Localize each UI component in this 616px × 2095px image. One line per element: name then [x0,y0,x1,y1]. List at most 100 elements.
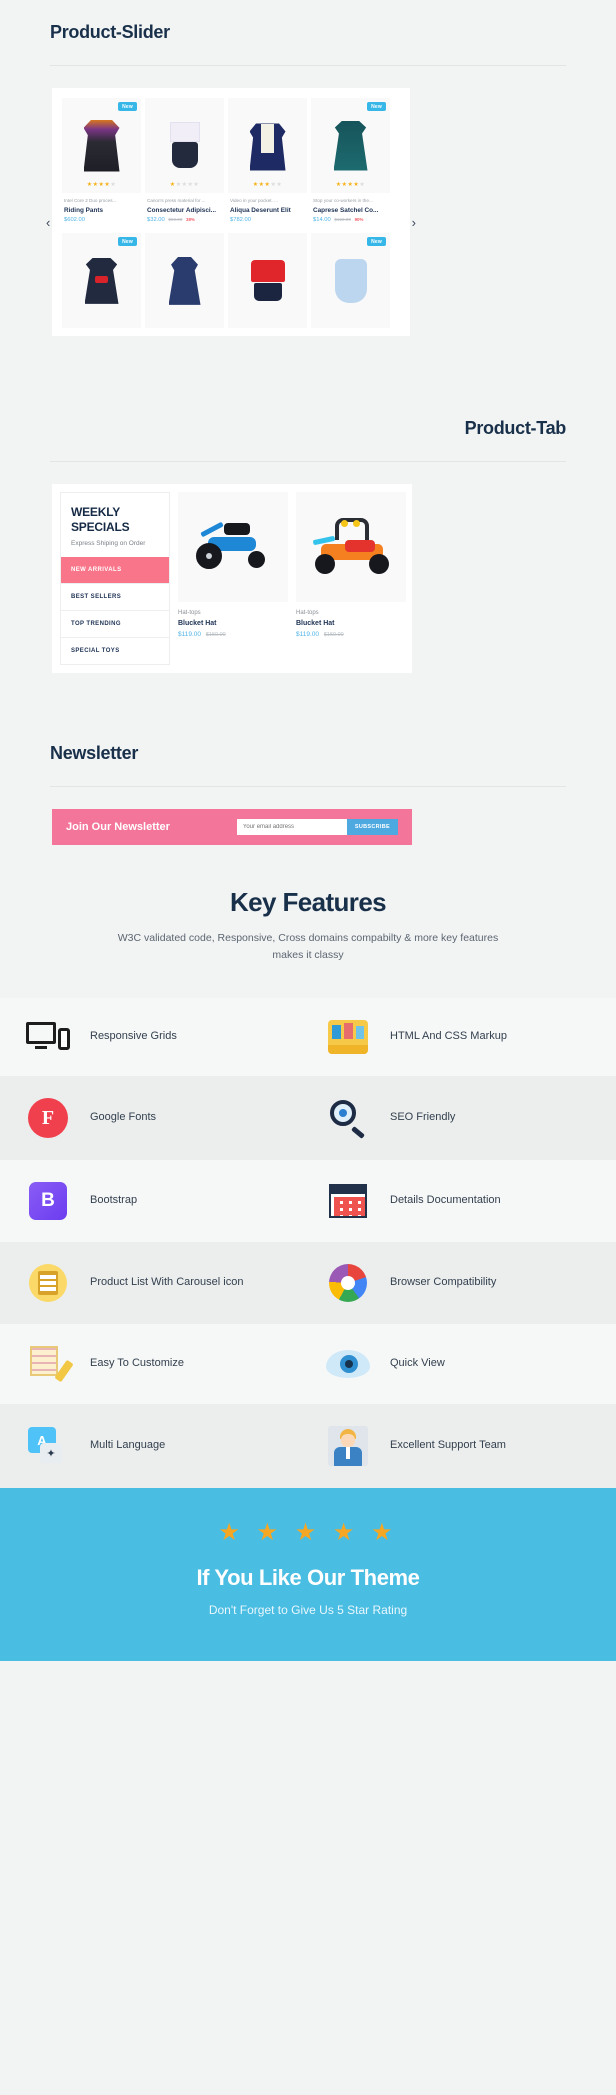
chevron-left-icon[interactable]: ‹ [46,216,50,229]
feature-label: Quick View [390,1357,445,1370]
feature-item-easy-to-customize: Easy To Customize [0,1324,316,1404]
product-card[interactable]: New [309,231,392,330]
product-thumbnail[interactable]: ★★★★★ [145,98,224,193]
newsletter-bar-title: Join Our Newsletter [66,821,170,834]
new-badge: New [367,237,386,247]
feature-item-details-documentation: Details Documentation [316,1160,616,1242]
product-thumbnail[interactable] [178,492,288,603]
browser-compatibility-icon [322,1264,374,1303]
product-category: Intel Core 2 Duo proces... [64,198,117,203]
tab-best-sellers[interactable]: BEST SELLERS [61,583,169,610]
excellent-support-team-icon [322,1426,374,1467]
product-category: Hat-tops [178,610,201,617]
rating-banner: ★ ★ ★ ★ ★ If You Like Our Theme Don't Fo… [0,1488,616,1662]
product-price: $119.00 $150.00 [178,631,288,638]
product-thumbnail[interactable]: ★★★★★ [228,98,307,193]
product-thumbnail[interactable] [296,492,406,603]
product-card[interactable] [143,231,226,330]
newsletter-section: Newsletter Join Our Newsletter SUBSCRIBE [0,721,616,846]
divider [50,65,566,66]
product-category: Stop your co-workers in the... [313,198,373,203]
product-slider-carousel[interactable]: ‹ › New ★★★★★ Intel Core 2 Duo proces...… [46,88,416,337]
multi-language-icon: A ✦ [22,1427,74,1465]
product-price: $782.00 [230,217,305,223]
feature-label: Multi Language [90,1439,166,1452]
feature-item-excellent-support-team: Excellent Support Team [316,1404,616,1488]
feature-label: SEO Friendly [390,1111,456,1124]
tab-product-card[interactable]: Hat-tops Blucket Hat $119.00 $150.00 [178,492,288,665]
product-image [334,258,367,303]
product-thumbnail[interactable]: New ★★★★★ [62,98,141,193]
feature-label: Product List With Carousel icon [90,1276,244,1289]
feature-item-google-fonts: F Google Fonts [0,1076,316,1160]
product-title[interactable]: Blucket Hat [178,620,288,627]
product-thumbnail[interactable]: New ★★★★★ [311,98,390,193]
product-card[interactable]: ★★★★★ Canon's press material for ... Con… [143,96,226,227]
html-css-markup-icon [322,1020,374,1055]
chevron-right-icon[interactable]: › [412,216,416,229]
product-image [168,256,201,305]
feature-label: Bootstrap [90,1194,138,1207]
price-current: $782.00 [230,217,251,224]
product-image [333,120,368,171]
price-old: $150.00 [323,632,344,639]
key-features-title: Key Features [229,887,387,918]
feature-item-seo-friendly: SEO Friendly [316,1076,616,1160]
product-card[interactable]: ★★★★★ Video in your pocket. ... Aliqua D… [226,96,309,227]
subscribe-button[interactable]: SUBSCRIBE [346,819,398,836]
product-category: Video in your pocket. ... [230,198,278,203]
tab-new-arrivals[interactable]: NEW ARRIVALS [61,557,169,584]
rating-stars: ★★★★★ [169,182,200,188]
product-tab-panel: WEEKLY SPECIALS Express Shiping on Order… [52,484,412,674]
key-features-section: Key Features W3C validated code, Respons… [0,845,616,1489]
price-old: $150.00 [205,632,226,639]
product-card[interactable] [226,231,309,330]
product-card[interactable]: New ★★★★★ Intel Core 2 Duo proces... Rid… [60,96,143,227]
new-badge: New [118,102,137,111]
rating-stars: ★ ★ ★ ★ ★ [218,1519,398,1547]
new-badge: New [367,102,386,111]
product-card[interactable]: New [60,231,143,330]
product-slider-heading: Product-Slider [50,22,170,42]
feature-label: Responsive Grids [90,1030,177,1043]
product-thumbnail[interactable] [145,233,224,329]
product-list-carousel-icon [22,1264,74,1303]
product-price: $119.00 $150.00 [296,631,406,638]
price-current: $602.00 [64,217,85,224]
newsletter-email-input[interactable] [236,819,347,836]
google-fonts-icon: F [22,1098,74,1139]
feature-item-bootstrap: B Bootstrap [0,1160,316,1242]
feature-item-multi-language: A ✦ Multi Language [0,1404,316,1488]
feature-row: Easy To Customize Quick View [0,1324,616,1405]
product-title[interactable]: Aliqua Deserunt Elit [230,207,305,214]
product-title[interactable]: Blucket Hat [296,620,406,627]
product-title[interactable]: Caprese Satchel Co... [313,207,388,214]
product-title[interactable]: Riding Pants [64,207,139,214]
bootstrap-icon: B [22,1182,74,1221]
price-old: $50.00 [168,217,183,223]
newsletter-form: SUBSCRIBE [236,819,398,836]
product-thumbnail[interactable]: New [62,233,141,329]
feature-label: HTML And CSS Markup [390,1030,507,1043]
responsive-grids-icon [22,1022,74,1052]
tab-special-toys[interactable]: SPECIAL TOYS [61,637,169,664]
rating-stars: ★★★★★ [335,182,366,188]
product-row-top: New ★★★★★ Intel Core 2 Duo proces... Rid… [60,96,402,227]
feature-row: B Bootstrap Details Documentation [0,1160,616,1243]
product-tab-heading: Product-Tab [464,418,567,439]
feature-label: Google Fonts [90,1111,157,1124]
tab-product-card[interactable]: Hat-tops Blucket Hat $119.00 $150.00 [296,492,406,665]
rating-title: If You Like Our Theme [196,1565,420,1591]
rating-subtitle: Don't Forget to Give Us 5 Star Rating [208,1603,408,1618]
product-tab-section: Product-Tab WEEKLY SPECIALS Express Ship… [0,396,616,674]
price-current: $14.00 [313,217,331,224]
price-discount: 38% [186,217,195,223]
feature-row: F Google Fonts SEO Friendly [0,1076,616,1161]
tab-top-trending[interactable]: TOP TRENDING [61,610,169,637]
feature-label: Details Documentation [390,1194,501,1207]
product-thumbnail[interactable]: New [311,233,390,329]
product-category: Hat-tops [296,610,319,617]
product-card[interactable]: New ★★★★★ Stop your co-workers in the...… [309,96,392,227]
product-thumbnail[interactable] [228,233,307,329]
product-title[interactable]: Consectetur Adipisci... [147,207,222,214]
